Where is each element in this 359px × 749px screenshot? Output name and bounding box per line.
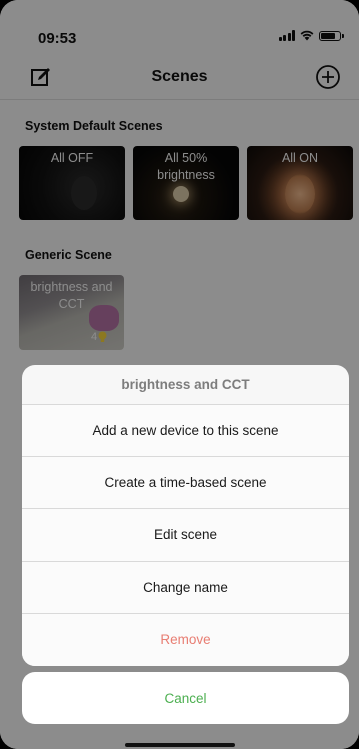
action-sheet: brightness and CCT Add a new device to t… [22, 365, 349, 666]
add-device-button[interactable]: Add a new device to this scene [22, 405, 349, 458]
change-name-button[interactable]: Change name [22, 561, 349, 614]
phone-screen: 09:53 Scenes System Default Scenes All O… [0, 0, 359, 749]
create-time-scene-button[interactable]: Create a time-based scene [22, 457, 349, 510]
edit-scene-button[interactable]: Edit scene [22, 509, 349, 562]
action-sheet-title: brightness and CCT [22, 365, 349, 405]
cancel-button[interactable]: Cancel [22, 672, 349, 724]
remove-button[interactable]: Remove [22, 613, 349, 666]
home-indicator[interactable] [125, 743, 235, 747]
